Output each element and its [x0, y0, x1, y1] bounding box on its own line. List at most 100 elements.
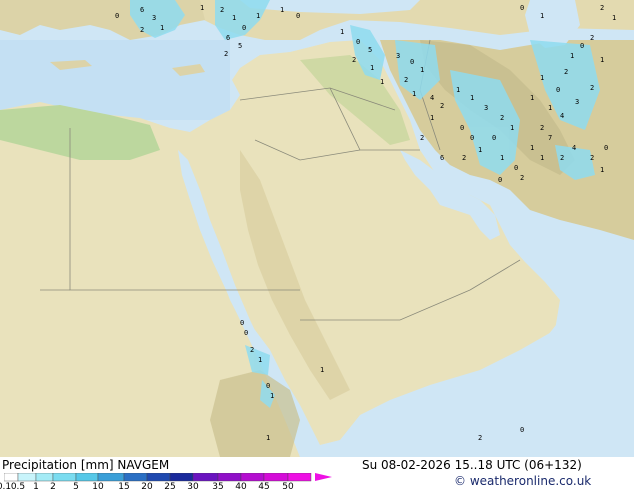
scale-swatch-3 [52, 473, 77, 482]
precip-value: 2 [224, 50, 228, 58]
precip-value: 3 [396, 52, 400, 60]
scale-swatch-8 [169, 473, 194, 482]
legend-title: Precipitation [mm] NAVGEM [2, 458, 170, 472]
precip-value: 2 [500, 114, 504, 122]
scale-swatch-9 [192, 473, 219, 482]
precip-value: 0 [604, 144, 608, 152]
precip-value: 1 [510, 124, 514, 132]
precip-value: 0 [242, 24, 246, 32]
precip-value: 2 [404, 76, 408, 84]
precip-value: 2 [220, 6, 224, 14]
precip-value: 0 [514, 164, 518, 172]
scale-label-2: 1 [33, 482, 39, 492]
scale-swatch-10 [217, 473, 242, 482]
scale-label-10: 35 [212, 482, 224, 492]
precip-value: 1 [530, 94, 534, 102]
precip-value: 2 [250, 346, 254, 354]
precip-value: 4 [572, 144, 576, 152]
scale-swatch-11 [240, 473, 265, 482]
precip-value: 1 [160, 24, 164, 32]
precip-value: 0 [266, 382, 270, 390]
precip-value: 1 [370, 64, 374, 72]
scale-swatch-4 [75, 473, 99, 482]
precip-value: 2 [440, 102, 444, 110]
precip-value: 0 [556, 86, 560, 94]
precip-value: 2 [520, 174, 524, 182]
precip-value: 3 [575, 98, 579, 106]
precip-value: 1 [270, 392, 274, 400]
scale-swatch-2 [35, 473, 54, 482]
precip-value: 1 [258, 356, 262, 364]
precip-value: 1 [540, 154, 544, 162]
precip-value: 1 [320, 366, 324, 374]
precip-value: 7 [548, 134, 552, 142]
precip-value: 2 [600, 4, 604, 12]
scale-label-7: 20 [141, 482, 153, 492]
scale-arrow [315, 473, 332, 481]
precip-value: 1 [612, 14, 616, 22]
precip-value: 1 [500, 154, 504, 162]
precip-value: 1 [280, 6, 284, 14]
precip-value: 1 [548, 104, 552, 112]
precip-value: 4 [430, 94, 434, 102]
precip-value: 2 [590, 154, 594, 162]
scale-swatch-13 [287, 473, 312, 482]
precip-value: 3 [152, 14, 156, 22]
precip-value: 1 [540, 74, 544, 82]
footer: Precipitation [mm] NAVGEM Su 08-02-2026 … [0, 457, 634, 492]
precip-value: 0 [240, 319, 244, 327]
precip-value: 1 [340, 28, 344, 36]
scale-swatch-12 [263, 473, 289, 482]
precip-value: 6 [140, 6, 144, 14]
precip-value: 1 [256, 12, 260, 20]
scale-swatch-7 [146, 473, 171, 482]
precip-value: 2 [564, 68, 568, 76]
scale-label-8: 25 [164, 482, 176, 492]
precip-value: 0 [296, 12, 300, 20]
scale-label-0: 0.1 [0, 482, 12, 492]
precip-value: 1 [600, 56, 604, 64]
precip-value: 2 [420, 134, 424, 142]
precip-value: 1 [200, 4, 204, 12]
precip-value: 1 [540, 12, 544, 20]
precip-value: 0 [520, 4, 524, 12]
precip-value: 2 [560, 154, 564, 162]
scale-label-4: 5 [73, 482, 79, 492]
scale-label-11: 40 [235, 482, 247, 492]
scale-swatch-1 [17, 473, 37, 482]
precip-value: 2 [352, 56, 356, 64]
scale-label-9: 30 [187, 482, 199, 492]
precipitation-map: 631201 21016521010521130121 4211321012 1012… [0, 0, 634, 457]
precip-value: 2 [590, 84, 594, 92]
scale-swatch-6 [123, 473, 148, 482]
precip-value: 0 [492, 134, 496, 142]
precip-value: 1 [380, 78, 384, 86]
precip-value: 2 [478, 434, 482, 442]
precip-value: 3 [484, 104, 488, 112]
precip-value: 1 [430, 114, 434, 122]
precip-value: 0 [356, 38, 360, 46]
scale-label-5: 10 [92, 482, 104, 492]
precip-value: 4 [560, 112, 564, 120]
precip-value: 0 [470, 134, 474, 142]
scale-label-1: 0.5 [10, 482, 26, 492]
precip-value: 0 [520, 426, 524, 434]
precip-value: 1 [478, 146, 482, 154]
precip-value: 1 [570, 52, 574, 60]
precip-value: 0 [115, 12, 119, 20]
precip-value: 2 [140, 26, 144, 34]
scale-label-6: 15 [118, 482, 130, 492]
valid-time: Su 08-02-2026 15..18 UTC (06+132) [362, 458, 582, 472]
precip-value: 5 [238, 42, 242, 50]
scale-label-13: 50 [282, 482, 294, 492]
precip-value: 1 [232, 14, 236, 22]
scale-label-12: 45 [258, 482, 270, 492]
precip-value: 6 [226, 34, 230, 42]
precip-value: 0 [410, 58, 414, 66]
precip-value: 1 [420, 66, 424, 74]
precip-value: 2 [462, 154, 466, 162]
scale-swatch-5 [97, 473, 125, 482]
copyright: © weatheronline.co.uk [454, 474, 592, 488]
precip-value: 5 [368, 46, 372, 54]
precip-value: 1 [266, 434, 270, 442]
